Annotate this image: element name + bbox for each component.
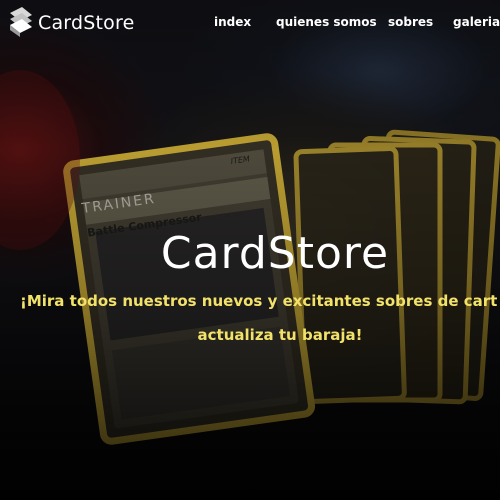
hero-title: CardStore — [160, 228, 390, 279]
hero-subtitle-line-1: ¡Mira todos nuestros nuevos y excitantes… — [20, 292, 498, 310]
hero-text-area: CardStore ¡Mira todos nuestros nuevos y … — [0, 0, 500, 500]
hero-subtitle-line-2: actualiza tu baraja! — [197, 326, 363, 344]
